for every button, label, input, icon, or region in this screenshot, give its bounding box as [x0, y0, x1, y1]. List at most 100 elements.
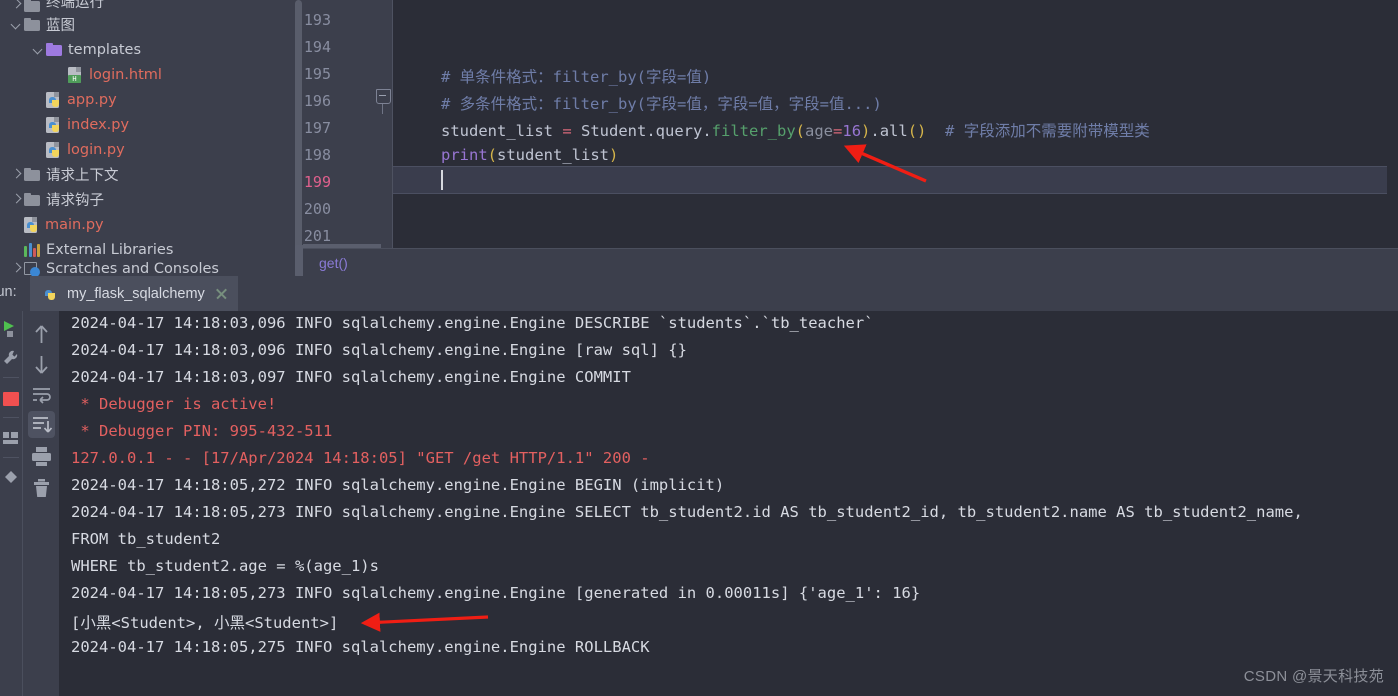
token-trailing-comment: # 字段添加不需要附带模型类 — [945, 122, 1150, 140]
project-tree-panel[interactable]: 终端运行 蓝图 templates Hlogin.html app.py index.py… — [0, 0, 303, 276]
tree-item-login.py[interactable]: login.py — [0, 137, 303, 162]
pycharm-window: 终端运行 蓝图 templates Hlogin.html app.py index.py… — [0, 0, 1398, 696]
tree-item-label: 终端运行 — [46, 0, 104, 11]
python-file-icon — [46, 141, 61, 158]
divider — [3, 457, 19, 458]
run-tab-my-flask-sqlalchemy[interactable]: my_flask_sqlalchemy — [30, 276, 238, 313]
console-line: 2024-04-17 14:18:05,272 INFO sqlalchemy.… — [71, 476, 725, 494]
rerun-icon[interactable] — [2, 319, 20, 337]
tree-item-index.py[interactable]: index.py — [0, 112, 303, 137]
stop-icon[interactable] — [2, 389, 20, 409]
arrow-up-icon[interactable] — [28, 321, 55, 348]
folder-icon — [46, 43, 62, 56]
tree-item-终端运行[interactable]: 终端运行 — [0, 0, 303, 12]
python-file-icon — [46, 116, 61, 133]
console-output[interactable]: 2024-04-17 14:18:03,096 INFO sqlalchemy.… — [59, 311, 1398, 696]
arrow-down-icon[interactable] — [28, 351, 55, 378]
console-line: 2024-04-17 14:18:05,273 INFO sqlalchemy.… — [71, 503, 1303, 521]
tree-item-External Libraries[interactable]: External Libraries — [0, 237, 303, 262]
tree-item-app.py[interactable]: app.py — [0, 87, 303, 112]
console-line: [小黑<Student>, 小黑<Student>] — [71, 614, 339, 632]
line-number: 194 — [303, 38, 331, 56]
console-line: 2024-04-17 14:18:05,273 INFO sqlalchemy.… — [71, 584, 921, 602]
trash-icon[interactable] — [28, 475, 55, 502]
tree-item-label: Scratches and Consoles — [46, 262, 219, 276]
line-number: 197 — [303, 119, 331, 137]
code-text-area[interactable]: # 单条件格式：filter_by(字段=值) # 多条件格式：filter_b… — [393, 0, 1398, 248]
console-line: WHERE tb_student2.age = %(age_1)s — [71, 557, 379, 575]
token-paren-open: ( — [795, 122, 806, 140]
code-editor[interactable]: 193 194 195 196 197 198 199 200 201 # 单条… — [303, 0, 1398, 248]
tree-item-蓝图[interactable]: 蓝图 — [0, 12, 303, 37]
console-line: 2024-04-17 14:18:03,096 INFO sqlalchemy.… — [71, 314, 874, 332]
external-libraries-icon — [24, 242, 40, 257]
tree-item-label: main.py — [45, 216, 104, 233]
tree-item-login.html[interactable]: Hlogin.html — [0, 62, 303, 87]
soft-wrap-icon[interactable] — [28, 381, 55, 408]
token-all: .all — [870, 122, 908, 140]
python-file-icon — [42, 285, 59, 302]
console-line: * Debugger PIN: 995-432-511 — [71, 422, 333, 440]
line-number: 200 — [303, 200, 331, 218]
chevron-right-icon[interactable] — [10, 193, 24, 207]
tree-item-请求钩子[interactable]: 请求钩子 — [0, 187, 303, 212]
tree-item-Scratches and Consoles[interactable]: Scratches and Consoles — [0, 262, 303, 276]
console-toolbar[interactable] — [22, 311, 60, 696]
tree-item-label: 请求上下文 — [46, 168, 119, 184]
print-icon[interactable] — [28, 443, 55, 470]
token-model-expr: Student.query. — [581, 122, 712, 140]
console-line: 2024-04-17 14:18:05,275 INFO sqlalchemy.… — [71, 638, 650, 656]
run-tab-label: my_flask_sqlalchemy — [67, 285, 205, 302]
pin-icon[interactable] — [2, 469, 20, 487]
chevron-down-icon[interactable] — [10, 18, 24, 32]
settings-wrench-icon[interactable] — [2, 349, 20, 367]
run-tool-window: Run: my_flask_sqlalchemy — [0, 276, 1398, 696]
code-line-comment-single: # 单条件格式：filter_by(字段=值) — [441, 68, 712, 86]
breadcrumb-item-get[interactable]: get() — [319, 255, 348, 271]
tree-item-main.py[interactable]: main.py — [0, 212, 303, 237]
scratches-icon — [24, 262, 40, 276]
divider — [3, 417, 19, 418]
breadcrumb-bar[interactable]: get() — [303, 248, 1398, 277]
token-print-arg: student_list — [497, 146, 609, 164]
python-file-icon — [24, 216, 39, 233]
scroll-to-end-icon — [33, 417, 53, 433]
project-tree-list: 终端运行 蓝图 templates Hlogin.html app.py index.py… — [0, 0, 303, 276]
chevron-down-icon[interactable] — [32, 43, 46, 57]
tree-item-label: login.html — [89, 66, 162, 83]
token-filter-by: filter_by — [711, 122, 796, 140]
chevron-right-icon[interactable] — [10, 168, 24, 182]
line-number: 201 — [303, 227, 331, 245]
chevron-right-icon[interactable] — [10, 262, 24, 276]
line-number: 198 — [303, 146, 331, 164]
tree-item-请求上下文[interactable]: 请求上下文 — [0, 162, 303, 187]
close-icon[interactable] — [215, 287, 228, 300]
folder-icon — [24, 18, 40, 31]
console-line: 2024-04-17 14:18:03,096 INFO sqlalchemy.… — [71, 341, 687, 359]
token-kwarg-name: age — [805, 122, 834, 140]
line-number: 193 — [303, 11, 331, 29]
folder-icon — [24, 0, 40, 12]
editor-scroll-strip[interactable] — [1387, 0, 1398, 248]
scroll-to-end-button[interactable] — [28, 411, 55, 438]
folder-icon — [24, 193, 40, 206]
tree-item-templates[interactable]: templates — [0, 37, 303, 62]
layout-icon[interactable] — [2, 429, 20, 447]
editor-gutter[interactable]: 193 194 195 196 197 198 199 200 201 — [303, 0, 393, 248]
tree-item-label: External Libraries — [46, 241, 174, 258]
console-line: 2024-04-17 14:18:03,097 INFO sqlalchemy.… — [71, 368, 631, 386]
csdn-watermark: CSDN @景天科技苑 — [1243, 668, 1384, 685]
html-file-icon: H — [68, 66, 83, 83]
run-actions-strip[interactable] — [0, 311, 22, 696]
code-fold-icon[interactable] — [376, 89, 391, 104]
chevron-right-icon[interactable] — [10, 0, 24, 12]
tree-item-label: 蓝图 — [46, 18, 75, 34]
tree-item-label: app.py — [67, 91, 117, 108]
console-line: * Debugger is active! — [71, 395, 277, 413]
run-tab-bar: Run: my_flask_sqlalchemy — [0, 276, 1398, 313]
line-number-current: 199 — [303, 173, 331, 191]
